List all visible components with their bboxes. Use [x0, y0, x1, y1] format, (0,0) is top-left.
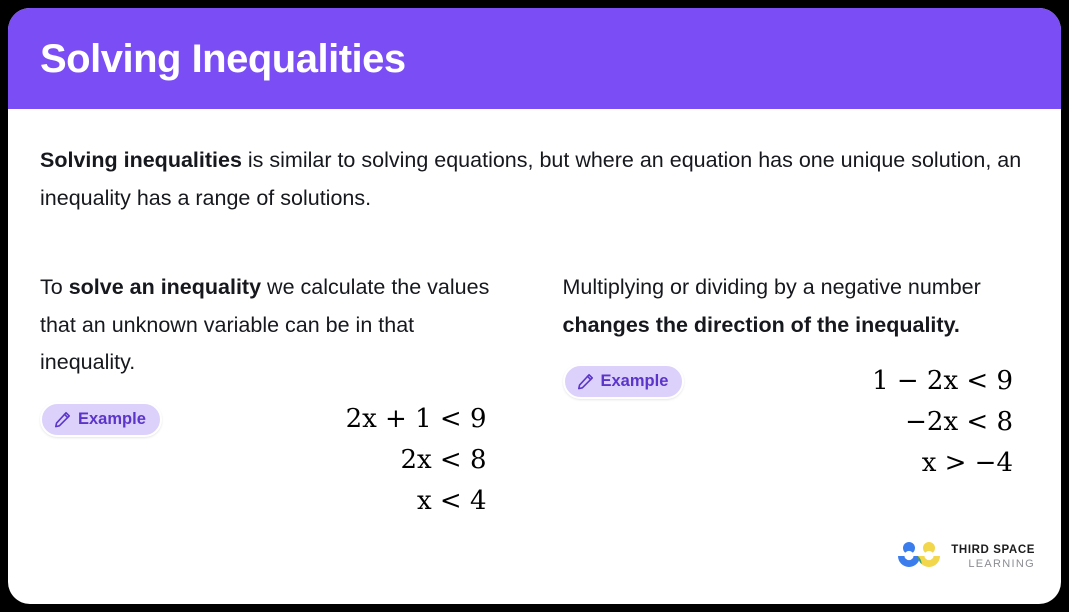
equations-right: 1 − 2x < 9 −2x < 8 x > −4 — [684, 361, 1031, 484]
brand-logo-text: THIRD SPACE LEARNING — [951, 545, 1035, 570]
slide-card: Solving Inequalities Solving inequalitie… — [8, 8, 1061, 604]
column-right-text: Multiplying or dividing by a negative nu… — [563, 269, 1032, 344]
example-badge-right[interactable]: Example — [562, 364, 685, 399]
slide-header: Solving Inequalities — [8, 8, 1061, 109]
brand-logo-line1: THIRD SPACE — [951, 544, 1035, 557]
column-right-example-row: Example 1 − 2x < 9 −2x < 8 x > −4 — [562, 361, 1032, 484]
column-left-text-bold: solve an inequality — [68, 275, 262, 299]
page-title: Solving Inequalities — [40, 36, 406, 81]
two-column-section: To solve an inequality we calculate the … — [8, 269, 1061, 522]
column-left-text-part1: To — [40, 275, 69, 299]
equation-line: 1 − 2x < 9 — [872, 366, 1013, 396]
column-right-text-bold: changes the direction of the inequality. — [562, 312, 960, 337]
column-left: To solve an inequality we calculate the … — [8, 269, 535, 522]
equations-left: 2x + 1 < 9 2x < 8 x < 4 — [162, 399, 505, 522]
equation-line: x > −4 — [921, 448, 1013, 478]
column-left-text: To solve an inequality we calculate the … — [40, 269, 505, 382]
intro-paragraph: Solving inequalities is similar to solvi… — [40, 141, 1030, 217]
example-badge-left-label: Example — [78, 409, 146, 428]
equation-line: 2x < 8 — [400, 444, 487, 475]
example-badge-right-label: Example — [600, 372, 669, 391]
intro-bold-lead: Solving inequalities — [40, 148, 242, 172]
two-figures-logo-mark-icon — [896, 541, 942, 574]
example-badge-left[interactable]: Example — [40, 401, 162, 437]
brand-logo-line2: LEARNING — [968, 557, 1035, 570]
equation-line: −2x < 8 — [905, 407, 1013, 437]
column-right: Multiplying or dividing by a negative nu… — [535, 269, 1062, 522]
column-left-example-row: Example 2x + 1 < 9 2x < 8 x < 4 — [40, 399, 505, 522]
pencil-icon — [576, 372, 595, 391]
pencil-icon — [53, 410, 72, 429]
equation-line: 2x + 1 < 9 — [345, 403, 487, 434]
slide-body: Solving inequalities is similar to solvi… — [8, 109, 1061, 604]
brand-logo: THIRD SPACE LEARNING — [896, 541, 1035, 574]
column-right-text-part1: Multiplying or dividing by a negative nu… — [562, 275, 981, 299]
equation-line: x < 4 — [416, 485, 487, 516]
